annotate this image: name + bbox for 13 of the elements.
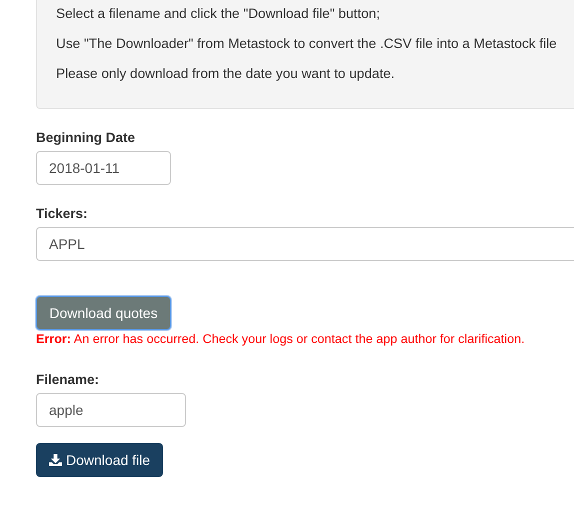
field-label: Tickers: bbox=[36, 206, 89, 221]
filename-field[interactable]: apple bbox=[36, 393, 186, 427]
download-file-button[interactable]: Download file bbox=[36, 443, 164, 477]
download-quotes-button[interactable]: Download quotes bbox=[36, 296, 171, 330]
tickers-field[interactable]: APPL bbox=[36, 227, 574, 261]
field-label: Beginning Date bbox=[36, 130, 136, 145]
instruction-text: Please only download from the date you want to update. bbox=[56, 65, 396, 83]
field-label: Filename: bbox=[36, 372, 100, 387]
instruction-text: Select a filename and click the "Download file" button; bbox=[56, 5, 381, 23]
date-field[interactable]: 2018-01-11 bbox=[36, 151, 171, 185]
instruction-text: Use "The Downloader" from Metastock to convert the .CSV file into a Metastock file bbox=[56, 35, 558, 53]
error-message: Error: An error has occurred. Check your logs or contact the app author for clarification. bbox=[36, 332, 526, 346]
download-icon bbox=[49, 454, 62, 466]
